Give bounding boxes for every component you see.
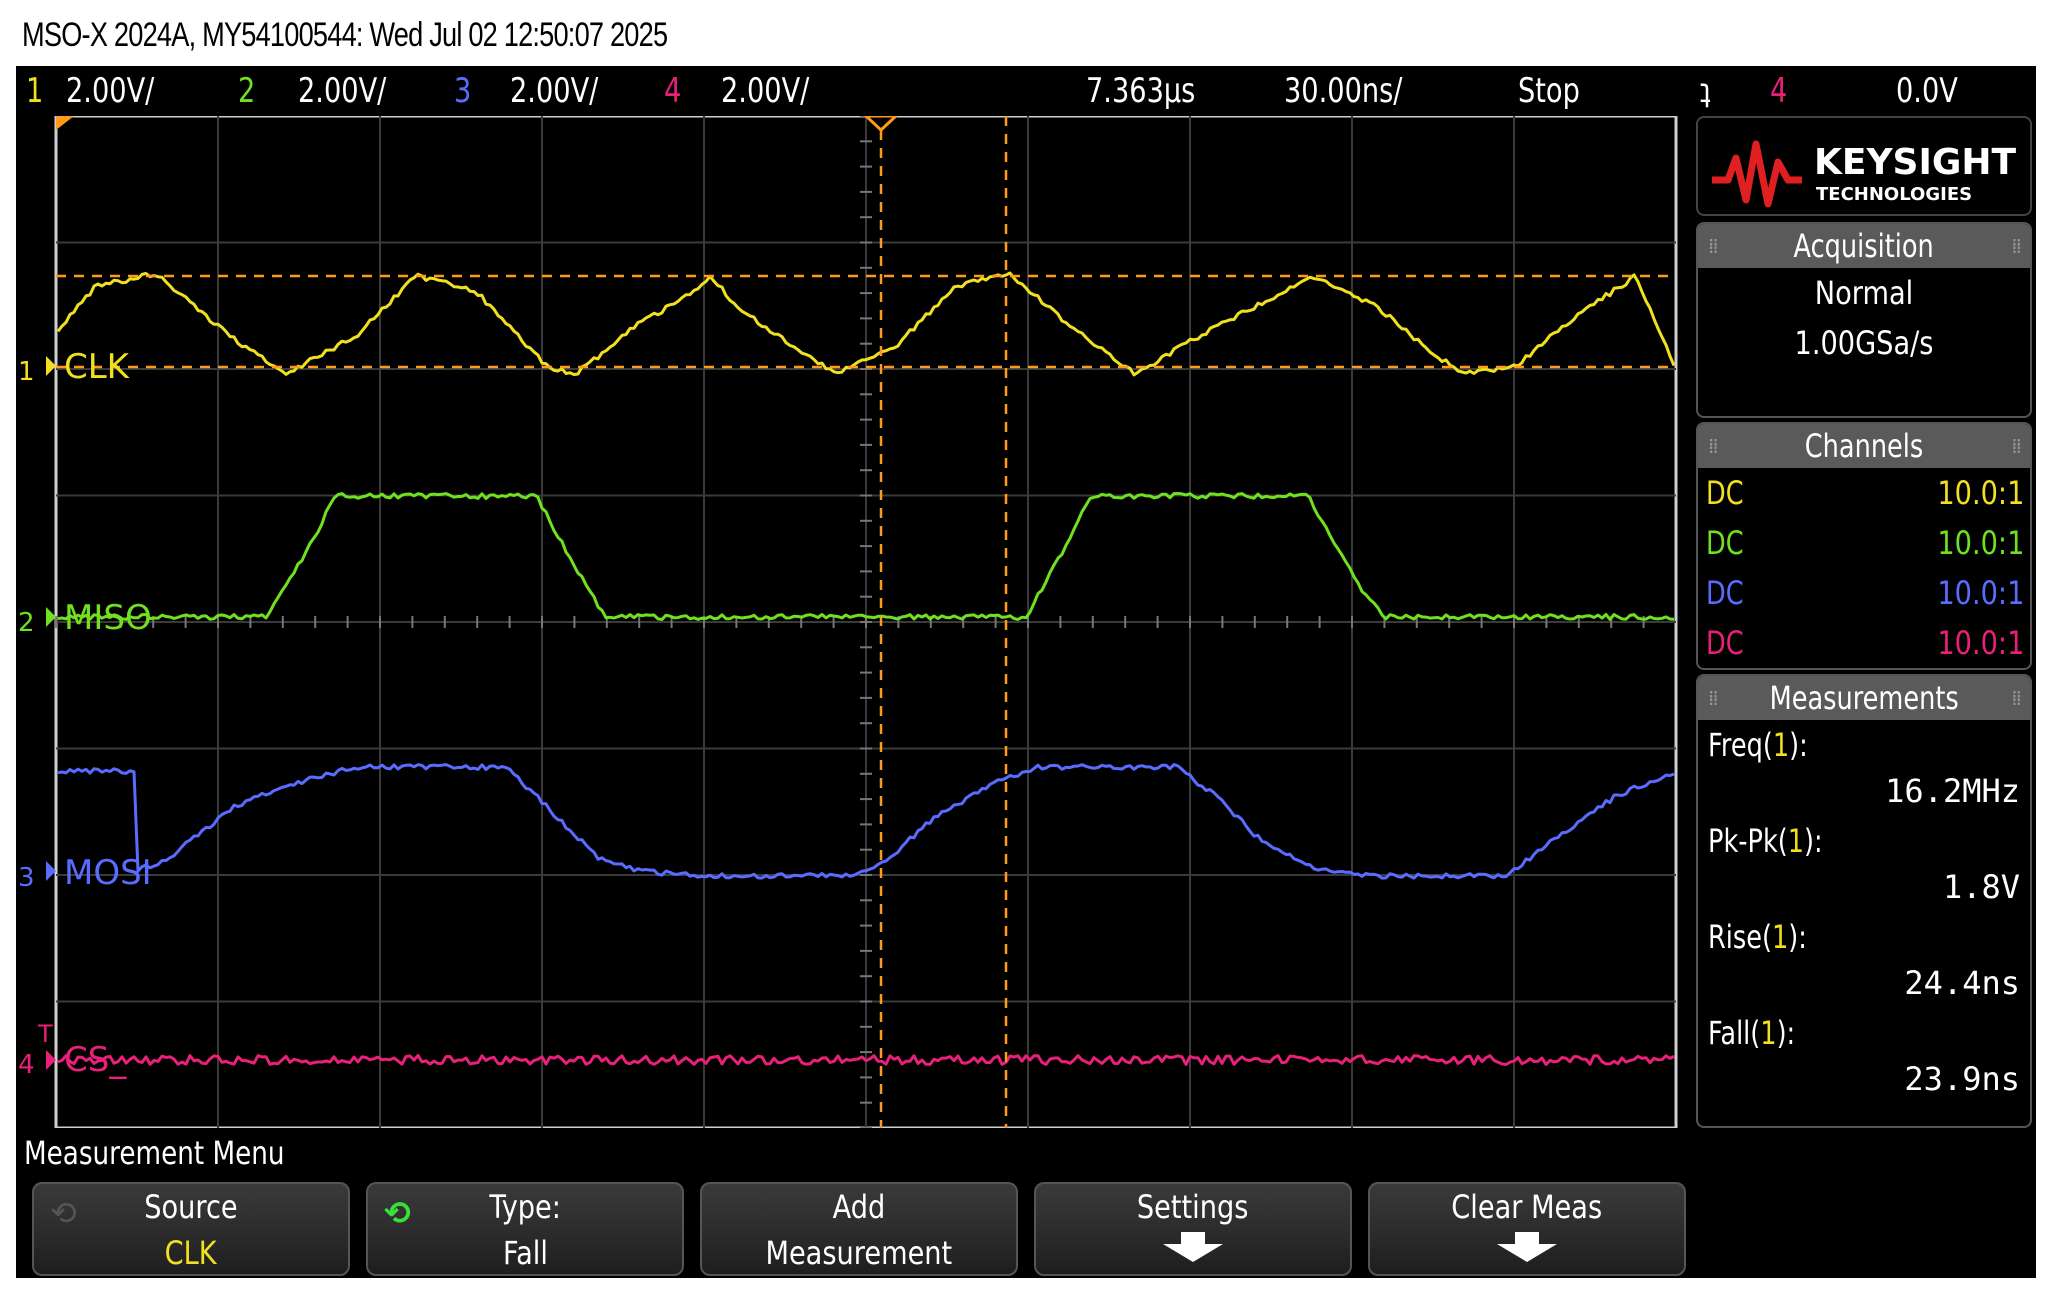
waveform-display[interactable]: CLK MISO MOSI CS_ 1 2 3 4 T — [16, 116, 1696, 1128]
coupling: DC — [1706, 624, 1744, 662]
ch2-num[interactable]: 2 — [238, 66, 255, 116]
trigger-level[interactable]: 0.0V — [1896, 66, 1958, 116]
measurements-box[interactable]: ⁞⁞ Measurements ⁞⁞ Freq(1): 16.2MHz Pk-Pk(… — [1696, 674, 2032, 1128]
softkey-add-measurement[interactable]: Add Measurement — [700, 1182, 1018, 1276]
source-value: CLK — [165, 1234, 217, 1272]
trace-label-clk[interactable]: CLK — [64, 347, 131, 387]
brand-name: KEYSIGHT — [1814, 142, 2017, 183]
grip-icon: ⁞⁞ — [2011, 234, 2022, 258]
grip-icon: ⁞⁞ — [1708, 434, 1719, 458]
probe-ratio: 10.0:1 — [1936, 524, 2024, 562]
channel-row-1[interactable]: DC 10.0:1 — [1698, 468, 2030, 518]
grip-icon: ⁞⁞ — [2011, 434, 2022, 458]
ch3-scale[interactable]: 2.00V/ — [510, 66, 598, 116]
probe-ratio: 10.0:1 — [1936, 624, 2024, 662]
ch4-num[interactable]: 4 — [664, 66, 681, 116]
coupling: DC — [1706, 474, 1744, 512]
probe-ratio: 10.0:1 — [1936, 474, 2024, 512]
type-value: Fall — [502, 1234, 548, 1272]
brand-sub: TECHNOLOGIES — [1816, 184, 1972, 205]
ch1-num[interactable]: 1 — [26, 66, 43, 116]
delay-readout[interactable]: 7.363µs — [1086, 66, 1195, 116]
measurement-value-freq: 16.2MHz — [1885, 772, 2020, 810]
ground-marker-ch3[interactable]: 3 — [18, 863, 35, 893]
grip-icon: ⁞⁞ — [1708, 686, 1719, 710]
probe-ratio: 10.0:1 — [1936, 574, 2024, 612]
trace-label-mosi[interactable]: MOSI — [64, 853, 152, 893]
softkey-source[interactable]: ⟲ Source CLK — [32, 1182, 350, 1276]
side-panel: KEYSIGHT TECHNOLOGIES ⁞⁞ Acquisition ⁞⁞ … — [1688, 116, 2036, 1190]
down-arrow-icon — [1163, 1232, 1223, 1262]
measurement-label-rise[interactable]: Rise(1): — [1698, 912, 2030, 958]
trace-label-miso[interactable]: MISO — [64, 598, 152, 638]
trigger-level-marker[interactable]: T — [37, 1020, 53, 1048]
measurement-value-fall: 23.9ns — [1904, 1060, 2020, 1098]
measurement-label-freq[interactable]: Freq(1): — [1698, 720, 2030, 766]
acquisition-header[interactable]: ⁞⁞ Acquisition ⁞⁞ — [1698, 224, 2030, 268]
timebase-readout[interactable]: 30.00ns/ — [1284, 66, 1402, 116]
down-arrow-icon — [1497, 1232, 1557, 1262]
trigger-source[interactable]: 4 — [1770, 66, 1787, 116]
measurement-value-pk-pk: 1.8V — [1942, 868, 2020, 906]
measurement-label-pk-pk[interactable]: Pk-Pk(1): — [1698, 816, 2030, 862]
window-title: MSO-X 2024A, MY54100544: Wed Jul 02 12:5… — [22, 16, 668, 54]
trace-label-cs[interactable]: CS_ — [64, 1040, 127, 1080]
ch4-scale[interactable]: 2.00V/ — [721, 66, 809, 116]
grip-icon: ⁞⁞ — [2011, 686, 2022, 710]
coupling: DC — [1706, 574, 1744, 612]
channel-row-2[interactable]: DC 10.0:1 — [1698, 518, 2030, 568]
oscilloscope-screen: 1 2.00V/ 2 2.00V/ 3 2.00V/ 4 2.00V/ 7.36… — [16, 66, 2036, 1278]
status-bar: 1 2.00V/ 2 2.00V/ 3 2.00V/ 4 2.00V/ 7.36… — [16, 66, 2036, 116]
ch3-num[interactable]: 3 — [454, 66, 471, 116]
measurement-value-rise: 24.4ns — [1904, 964, 2020, 1002]
ground-marker-ch4[interactable]: 4 — [18, 1050, 35, 1080]
coupling: DC — [1706, 524, 1744, 562]
ch2-scale[interactable]: 2.00V/ — [298, 66, 386, 116]
softkey-clear-meas[interactable]: Clear Meas — [1368, 1182, 1686, 1276]
keysight-logo: KEYSIGHT TECHNOLOGIES — [1712, 140, 2017, 208]
measurements-header[interactable]: ⁞⁞ Measurements ⁞⁞ — [1698, 676, 2030, 720]
acquisition-mode: Normal — [1814, 274, 1914, 312]
ch1-scale[interactable]: 2.00V/ — [66, 66, 154, 116]
trigger-slope-icon[interactable]: ʇ — [1700, 66, 1711, 116]
acquisition-box[interactable]: ⁞⁞ Acquisition ⁞⁞ Normal 1.00GSa/s — [1696, 222, 2032, 418]
channels-header[interactable]: ⁞⁞ Channels ⁞⁞ — [1698, 424, 2030, 468]
grip-icon: ⁞⁞ — [1708, 234, 1719, 258]
brand-box: KEYSIGHT TECHNOLOGIES — [1696, 116, 2032, 216]
ground-marker-ch2[interactable]: 2 — [18, 608, 35, 638]
softkey-settings[interactable]: Settings — [1034, 1182, 1352, 1276]
menu-title: Measurement Menu — [24, 1134, 285, 1172]
softkey-type[interactable]: ⟲ Type: Fall — [366, 1182, 684, 1276]
keysight-wave-icon — [1712, 140, 1802, 208]
channels-box[interactable]: ⁞⁞ Channels ⁞⁞ DC 10.0:1 DC 10.0:1 DC 10.0:1 D… — [1696, 422, 2032, 670]
ground-marker-ch1[interactable]: 1 — [18, 357, 35, 387]
run-state[interactable]: Stop — [1518, 66, 1580, 116]
sample-rate: 1.00GSa/s — [1794, 324, 1934, 362]
channel-row-4[interactable]: DC 10.0:1 — [1698, 618, 2030, 668]
channel-row-3[interactable]: DC 10.0:1 — [1698, 568, 2030, 618]
measurement-label-fall[interactable]: Fall(1): — [1698, 1008, 2030, 1054]
